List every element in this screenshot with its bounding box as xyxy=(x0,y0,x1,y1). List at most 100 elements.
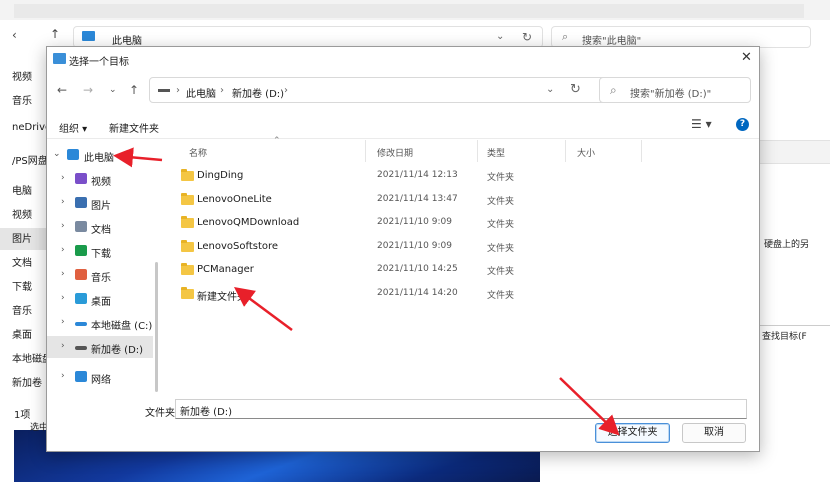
nav-item-picture[interactable]: › 图片 xyxy=(47,192,153,214)
file-row[interactable]: PCManager 2021/11/10 14:25 文件夹 xyxy=(165,258,759,281)
background-nav-item[interactable]: 文档 xyxy=(12,254,32,269)
file-name: LenovoOneLite xyxy=(197,193,272,205)
background-nav-item[interactable]: 下载 xyxy=(12,278,32,293)
drive-icon xyxy=(158,89,170,92)
up-arrow-icon[interactable]: ↑ xyxy=(129,83,139,97)
background-nav-item[interactable]: 图片 xyxy=(12,230,32,245)
background-detail-text: 硬盘上的另 xyxy=(764,240,810,250)
dialog-search-box[interactable]: ⌕ 搜索"新加卷 (D:)" xyxy=(599,77,751,103)
background-nav-item[interactable]: 音乐 xyxy=(12,302,32,317)
nav-item-label: 音乐 xyxy=(91,273,111,284)
column-name[interactable]: 名称 xyxy=(189,146,207,159)
refresh-icon[interactable]: ↻ xyxy=(570,82,581,97)
background-nav-item[interactable]: 音乐 xyxy=(12,92,32,107)
dialog-title: 选择一个目标 xyxy=(69,57,129,68)
new-folder-button[interactable]: 新建文件夹 xyxy=(109,120,159,135)
breadcrumb-separator-icon: › xyxy=(220,85,224,96)
folder-icon xyxy=(181,216,194,229)
nav-item-label: 图片 xyxy=(91,201,111,212)
close-icon[interactable]: ✕ xyxy=(741,50,752,65)
select-destination-dialog: 选择一个目标 ✕ ← → ⌄ ↑ › 此电脑 › 新加卷 (D:) › ⌄ ↻ … xyxy=(46,46,760,452)
picture-icon xyxy=(75,197,87,208)
background-status-text: 1项 xyxy=(14,410,31,421)
chevron-right-icon[interactable]: › xyxy=(61,197,65,207)
nav-item-download[interactable]: › 下载 xyxy=(47,240,153,262)
nav-item-network[interactable]: › 网络 xyxy=(47,366,153,388)
background-nav-item[interactable]: 桌面 xyxy=(12,326,32,341)
chevron-down-icon[interactable]: ⌄ xyxy=(546,84,554,95)
file-row[interactable]: 新建文件夹 2021/11/14 14:20 文件夹 xyxy=(165,282,759,305)
nav-item-label: 桌面 xyxy=(91,297,111,308)
column-type[interactable]: 类型 xyxy=(487,146,505,159)
folder-icon xyxy=(181,192,194,205)
dialog-navigation-row: ← → ⌄ ↑ › 此电脑 › 新加卷 (D:) › ⌄ ↻ ⌕ 搜索"新加卷 … xyxy=(47,75,759,105)
chevron-down-icon[interactable]: ⌄ xyxy=(496,31,504,42)
background-detail-link[interactable]: 查找目标(F xyxy=(762,329,807,342)
chevron-right-icon[interactable]: › xyxy=(61,293,65,303)
refresh-icon[interactable]: ↻ xyxy=(522,30,532,44)
nav-item-pc[interactable]: ⌄ 此电脑 xyxy=(47,144,153,166)
chevron-right-icon[interactable]: › xyxy=(61,221,65,231)
chevron-down-icon[interactable]: ⌄ xyxy=(53,149,61,159)
file-row[interactable]: LenovoQMDownload 2021/11/10 9:09 文件夹 xyxy=(165,211,759,234)
column-divider[interactable] xyxy=(641,140,642,162)
nav-item-label: 文档 xyxy=(91,225,111,236)
file-name: LenovoSoftstore xyxy=(197,240,279,252)
file-row[interactable]: DingDing 2021/11/14 12:13 文件夹 xyxy=(165,164,759,187)
column-size[interactable]: 大小 xyxy=(577,146,595,159)
nav-item-music[interactable]: › 音乐 xyxy=(47,264,153,286)
chevron-right-icon[interactable]: › xyxy=(61,269,65,279)
organize-menu-button[interactable]: 组织 ▾ xyxy=(59,120,87,135)
nav-scrollbar[interactable] xyxy=(155,262,158,392)
nav-item-drive-c[interactable]: › 本地磁盘 (C:) xyxy=(47,312,153,334)
background-search-placeholder: 搜索"此电脑" xyxy=(582,36,642,47)
select-folder-button[interactable]: 选择文件夹 xyxy=(595,423,670,443)
file-date: 2021/11/10 9:09 xyxy=(377,217,452,228)
chevron-right-icon[interactable]: › xyxy=(61,173,65,183)
nav-item-video[interactable]: › 视频 xyxy=(47,168,153,190)
recent-locations-icon[interactable]: ⌄ xyxy=(109,85,117,95)
breadcrumb-this-pc[interactable]: 此电脑 xyxy=(186,85,216,100)
column-modified[interactable]: 修改日期 xyxy=(377,146,413,159)
nav-item-desktop[interactable]: › 桌面 xyxy=(47,288,153,310)
file-type: 文件夹 xyxy=(487,267,515,278)
column-divider[interactable] xyxy=(565,140,566,162)
nav-item-drive-d[interactable]: › 新加卷 (D:) xyxy=(47,336,153,358)
nav-item-document[interactable]: › 文档 xyxy=(47,216,153,238)
background-nav-item[interactable]: 视频 xyxy=(12,206,32,221)
nav-item-label: 视频 xyxy=(91,177,111,188)
breadcrumb-d-drive[interactable]: 新加卷 (D:) xyxy=(232,85,284,100)
background-nav-item[interactable]: /PS网盘 xyxy=(12,152,48,167)
chevron-right-icon[interactable]: › xyxy=(61,371,65,381)
background-nav-item[interactable]: 视频 xyxy=(12,68,32,83)
dialog-address-bar[interactable]: › 此电脑 › 新加卷 (D:) › ⌄ ↻ xyxy=(149,77,626,103)
background-tab-strip xyxy=(14,4,804,18)
dialog-command-bar: 组织 ▾ 新建文件夹 ☰ ▾ ? xyxy=(47,113,759,139)
up-icon[interactable]: ↑ xyxy=(50,27,60,41)
background-nav-item[interactable]: 电脑 xyxy=(12,182,32,197)
back-icon[interactable]: ‹ xyxy=(12,28,17,42)
folder-label: 文件夹: xyxy=(145,408,179,419)
drive-c-icon xyxy=(75,322,87,326)
file-row[interactable]: LenovoSoftstore 2021/11/10 9:09 文件夹 xyxy=(165,235,759,258)
dialog-titlebar: 选择一个目标 ✕ xyxy=(47,47,759,71)
chevron-right-icon[interactable]: › xyxy=(61,245,65,255)
chevron-right-icon[interactable]: › xyxy=(61,317,65,327)
folder-name-input[interactable]: 新加卷 (D:) xyxy=(175,399,747,419)
file-type: 文件夹 xyxy=(487,291,515,301)
file-type: 文件夹 xyxy=(487,173,515,183)
help-icon[interactable]: ? xyxy=(736,118,749,131)
cancel-button[interactable]: 取消 xyxy=(682,423,746,443)
forward-arrow-icon[interactable]: → xyxy=(83,83,93,97)
view-options-icon[interactable]: ☰ ▾ xyxy=(691,117,712,131)
chevron-right-icon[interactable]: › xyxy=(61,341,65,351)
back-arrow-icon[interactable]: ← xyxy=(57,83,67,97)
file-row[interactable]: LenovoOneLite 2021/11/14 13:47 文件夹 xyxy=(165,188,759,211)
folder-name-row: 文件夹: 新加卷 (D:) xyxy=(47,397,759,421)
background-search-box[interactable]: ⌕ 搜索"此电脑" xyxy=(551,26,811,48)
file-name: 新建文件夹 xyxy=(197,292,247,303)
breadcrumb-separator-icon: › xyxy=(176,85,180,96)
column-divider[interactable] xyxy=(365,140,366,162)
background-address-bar[interactable]: 此电脑 ⌄ ↻ xyxy=(73,26,543,48)
column-divider[interactable] xyxy=(477,140,478,162)
